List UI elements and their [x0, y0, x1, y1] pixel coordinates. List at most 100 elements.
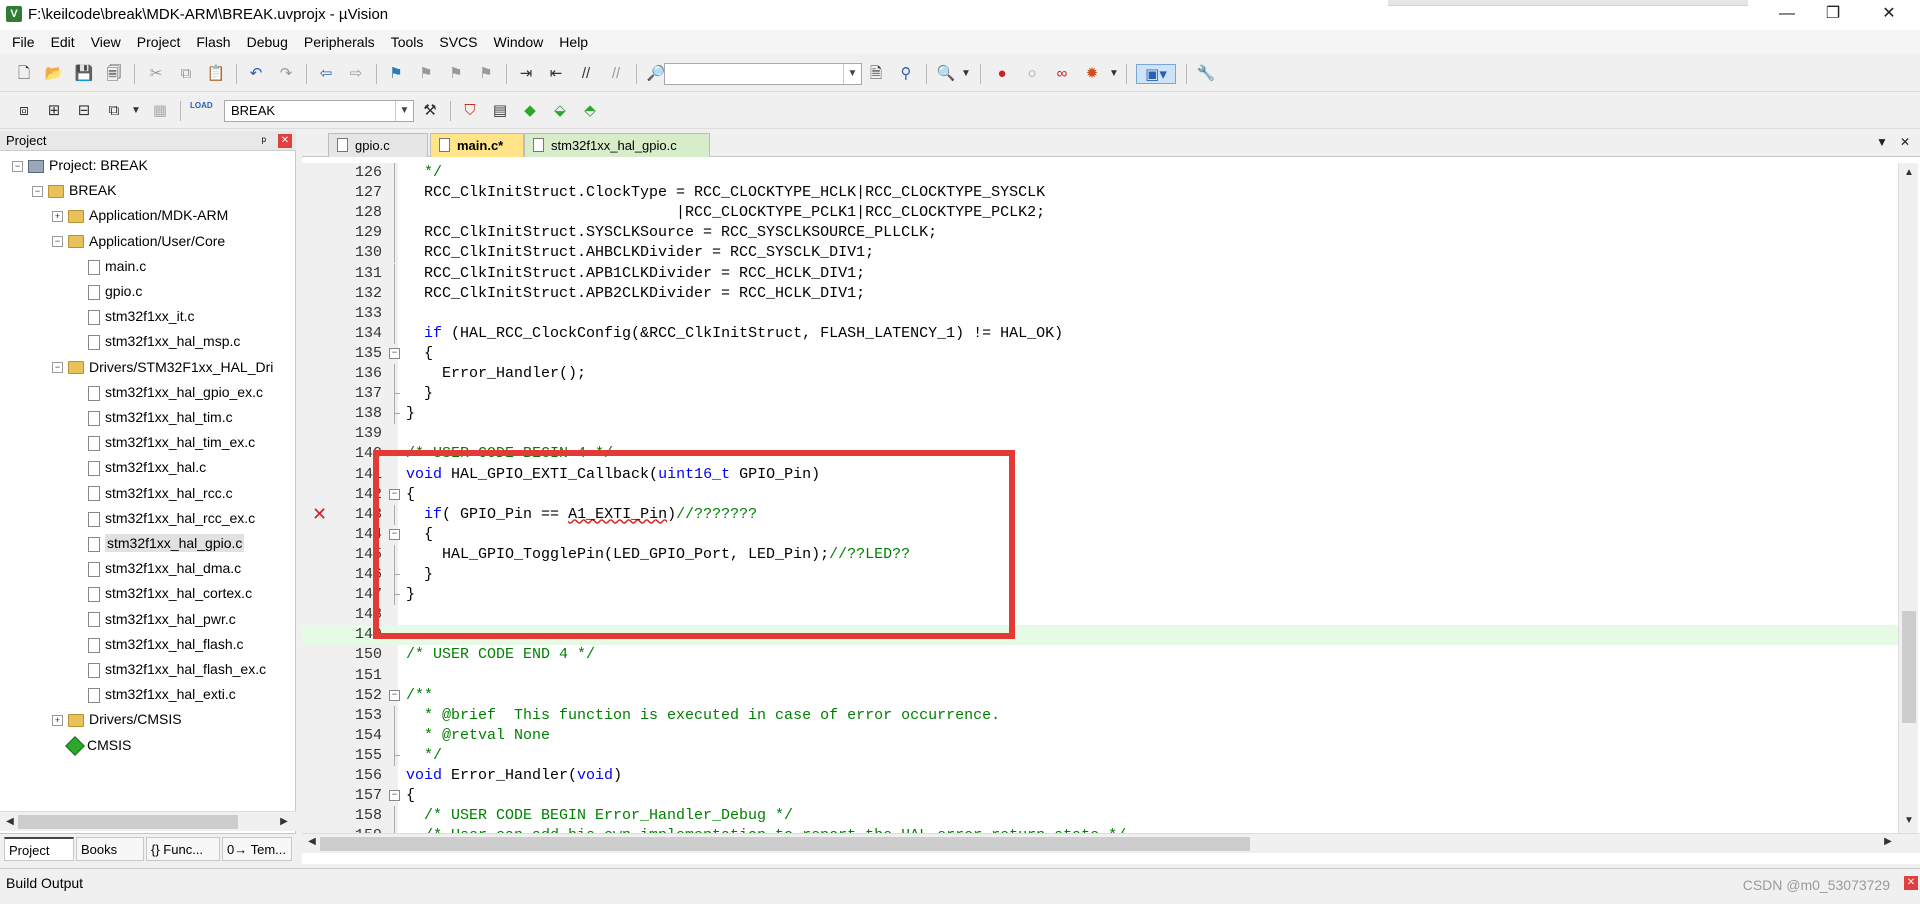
panel-tab[interactable]: 0→ Tem...: [222, 837, 292, 861]
expand-icon[interactable]: +: [52, 715, 63, 727]
disable-all-breakpoints-icon[interactable]: ∞: [1052, 64, 1072, 84]
menu-file[interactable]: File: [4, 30, 43, 54]
chevron-down-icon[interactable]: ▼: [843, 64, 861, 84]
code-line[interactable]: 138}: [302, 404, 1898, 425]
code-line[interactable]: 155 */: [302, 745, 1898, 766]
kill-breakpoints-icon[interactable]: ✹: [1082, 64, 1102, 84]
code-line[interactable]: 129 RCC_ClkInitStruct.SYSCLKSource = RCC…: [302, 223, 1898, 244]
menu-debug[interactable]: Debug: [239, 30, 296, 54]
unindent-icon[interactable]: ⇤: [546, 64, 566, 84]
collapse-icon[interactable]: −: [52, 236, 63, 248]
tree-item[interactable]: stm32f1xx_hal_exti.c: [72, 682, 236, 707]
rebuild-icon[interactable]: ⊟: [74, 101, 94, 121]
tree-item[interactable]: stm32f1xx_it.c: [72, 304, 194, 329]
code-line[interactable]: 159 /* User can add his own implementati…: [302, 826, 1898, 833]
code-line[interactable]: 131 RCC_ClkInitStruct.APB1CLKDivider = R…: [302, 263, 1898, 284]
tree-item[interactable]: stm32f1xx_hal_gpio.c: [72, 531, 245, 556]
expand-icon[interactable]: +: [52, 211, 63, 223]
scroll-right-icon[interactable]: ▶: [1880, 836, 1896, 847]
code-line[interactable]: 158 /* USER CODE BEGIN Error_Handler_Deb…: [302, 806, 1898, 827]
target-select[interactable]: BREAK ▼: [224, 100, 414, 122]
find-combo[interactable]: ▼: [664, 63, 862, 85]
close-button[interactable]: ✕: [1866, 0, 1912, 30]
chevron-down-icon[interactable]: ▼: [1104, 64, 1124, 84]
editor-horizontal-scrollbar[interactable]: ◀ ▶: [302, 833, 1920, 853]
manage-rte-icon[interactable]: ◆: [520, 101, 540, 121]
scroll-thumb[interactable]: [320, 837, 1250, 851]
redo-icon[interactable]: ↷: [276, 64, 296, 84]
target-options-icon[interactable]: ⚒: [420, 101, 440, 121]
select-packs-icon[interactable]: ▤: [490, 101, 510, 121]
save-all-icon[interactable]: 🗐: [104, 64, 124, 84]
tree-item[interactable]: − Application/User/Core: [52, 229, 225, 254]
configure-icon[interactable]: 🔧: [1196, 64, 1216, 84]
download-icon[interactable]: LOAD: [190, 101, 213, 121]
menu-view[interactable]: View: [83, 30, 129, 54]
tree-item[interactable]: stm32f1xx_hal_cortex.c: [72, 581, 252, 606]
menu-window[interactable]: Window: [486, 30, 552, 54]
tree-item[interactable]: stm32f1xx_hal_flash_ex.c: [72, 657, 266, 682]
nav-back-icon[interactable]: ⇦: [316, 64, 336, 84]
code-line[interactable]: 128 |RCC_CLOCKTYPE_PCLK1|RCC_CLOCKTYPE_P…: [302, 203, 1898, 224]
window-layout-icon[interactable]: ▣▾: [1136, 64, 1176, 84]
editor-tab[interactable]: gpio.c: [328, 133, 428, 157]
editor-tab[interactable]: main.c*: [430, 133, 524, 157]
disable-breakpoint-icon[interactable]: ○: [1022, 64, 1042, 84]
tree-item[interactable]: − BREAK: [32, 178, 116, 203]
manage-project-items-icon[interactable]: ⛉: [460, 101, 480, 121]
incremental-find-icon[interactable]: ⚲: [896, 64, 916, 84]
indent-icon[interactable]: ⇥: [516, 64, 536, 84]
collapse-icon[interactable]: −: [52, 362, 63, 374]
paste-icon[interactable]: 📋: [206, 64, 226, 84]
tree-horizontal-scrollbar[interactable]: ◀ ▶: [0, 811, 296, 831]
nav-forward-icon[interactable]: ⇨: [346, 64, 366, 84]
find-in-files-icon[interactable]: 🔎: [646, 64, 666, 84]
chevron-down-icon[interactable]: ▼: [126, 101, 146, 121]
scroll-thumb[interactable]: [18, 815, 238, 829]
pin-icon[interactable]: ᵖ: [261, 131, 266, 151]
code-line[interactable]: 133: [302, 303, 1898, 324]
code-line[interactable]: 127 RCC_ClkInitStruct.ClockType = RCC_CL…: [302, 183, 1898, 204]
code-line[interactable]: 154 * @retval None: [302, 725, 1898, 746]
fold-toggle-icon[interactable]: −: [389, 790, 400, 802]
tree-item[interactable]: − Drivers/STM32F1xx_HAL_Dri: [52, 355, 273, 380]
menu-tools[interactable]: Tools: [383, 30, 432, 54]
panel-tab[interactable]: {} Func...: [146, 837, 220, 861]
tree-item[interactable]: stm32f1xx_hal_pwr.c: [72, 607, 236, 632]
open-file-icon[interactable]: 📂: [44, 64, 64, 84]
code-line[interactable]: 132 RCC_ClkInitStruct.APB2CLKDivider = R…: [302, 283, 1898, 304]
code-line[interactable]: 157−{: [302, 786, 1898, 806]
stop-build-icon[interactable]: ▦: [150, 101, 170, 121]
scroll-left-icon[interactable]: ◀: [2, 814, 18, 830]
editor-tab[interactable]: stm32f1xx_hal_gpio.c: [524, 133, 710, 157]
stm32cubemx-icon[interactable]: ⬘: [580, 101, 600, 121]
tree-item[interactable]: − Project: BREAK: [12, 153, 148, 178]
build-icon[interactable]: ⊞: [44, 101, 64, 121]
menu-project[interactable]: Project: [129, 30, 189, 54]
uncomment-icon[interactable]: //: [606, 64, 626, 84]
close-tab-icon[interactable]: ✕: [1900, 135, 1910, 149]
collapse-icon[interactable]: −: [32, 185, 43, 197]
maximize-button[interactable]: ❐: [1810, 0, 1856, 30]
clear-bookmarks-icon[interactable]: ⚑: [476, 64, 496, 84]
panel-tab[interactable]: Books: [76, 837, 144, 861]
prev-bookmark-icon[interactable]: ⚑: [416, 64, 436, 84]
scroll-up-icon[interactable]: ▲: [1902, 167, 1916, 178]
menu-flash[interactable]: Flash: [188, 30, 238, 54]
menu-svcs[interactable]: SVCS: [431, 30, 485, 54]
tree-item[interactable]: + Application/MDK-ARM: [52, 203, 228, 228]
panel-tab[interactable]: Project: [4, 837, 74, 861]
close-icon[interactable]: ✕: [278, 134, 292, 148]
tree-item[interactable]: + Drivers/CMSIS: [52, 707, 182, 732]
code-line[interactable]: 150 /* USER CODE END 4 */: [302, 645, 1898, 665]
tree-item[interactable]: stm32f1xx_hal_rcc_ex.c: [72, 506, 255, 531]
fold-toggle-icon[interactable]: −: [389, 347, 400, 359]
menu-help[interactable]: Help: [551, 30, 596, 54]
undo-icon[interactable]: ↶: [246, 64, 266, 84]
translate-icon[interactable]: ⧈: [14, 101, 34, 121]
tree-item[interactable]: main.c: [72, 254, 146, 279]
save-icon[interactable]: 💾: [74, 64, 94, 84]
next-bookmark-icon[interactable]: ⚑: [446, 64, 466, 84]
code-line[interactable]: 134 if (HAL_RCC_ClockConfig(&RCC_ClkInit…: [302, 323, 1898, 344]
code-line[interactable]: 135− {: [302, 344, 1898, 364]
